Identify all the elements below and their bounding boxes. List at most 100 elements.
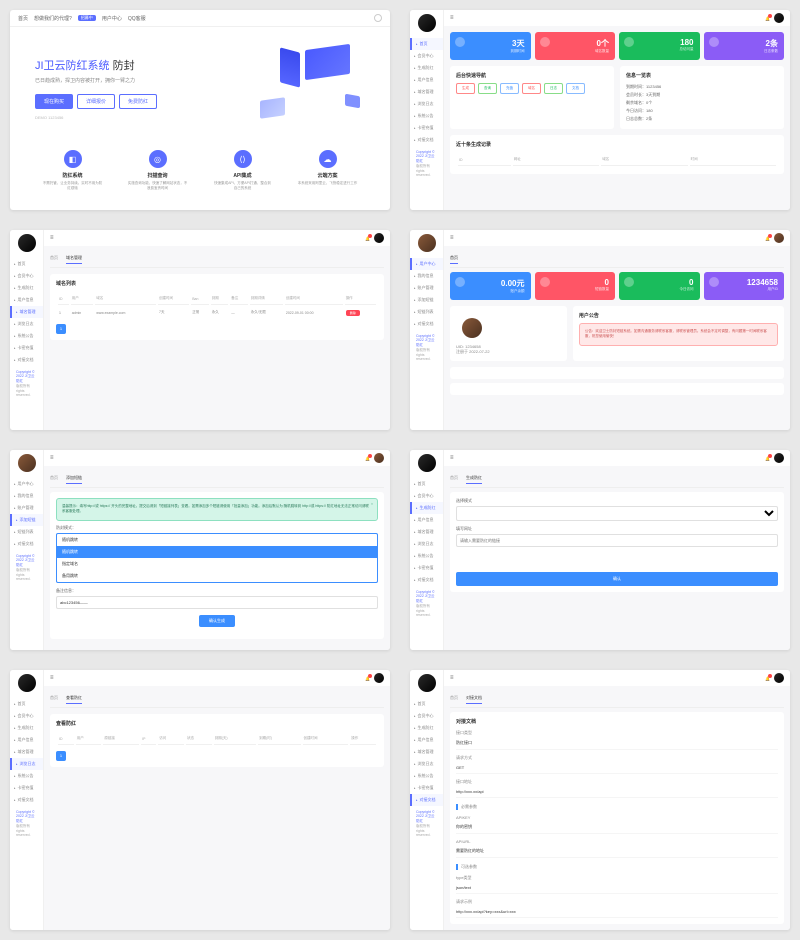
avatar[interactable] (18, 454, 36, 472)
qn-recharge[interactable]: 充值 (500, 83, 519, 94)
menu-icon[interactable]: ≡ (450, 235, 454, 241)
sidebar-recharge[interactable]: 卡密充值 (410, 122, 443, 134)
qn-query[interactable]: 查询 (478, 83, 497, 94)
user-icon[interactable] (374, 14, 382, 22)
info-card: 信息一览表 到期时间：1123456 会员时长：3天到期 剩余域名：0个 今日访… (620, 66, 784, 129)
buy-button[interactable]: 现在购买 (35, 94, 73, 109)
menu-icon[interactable]: ≡ (450, 455, 454, 461)
topbar-avatar[interactable] (774, 453, 784, 463)
avatar[interactable] (418, 14, 436, 32)
nav-qq[interactable]: QQ客服 (128, 15, 146, 22)
menu-icon[interactable]: ≡ (450, 675, 454, 681)
page-1[interactable]: 1 (56, 751, 66, 761)
generate-page: 首页 会员中心 生成防红 用户信息 域名管理 浏览日志 系统公告 卡密充值 对接… (410, 450, 790, 650)
user-dashboard: 用户中心 我的信息 账户管理 添加短链 短链列表 对接文档 Copyright … (410, 230, 790, 430)
domain-list-page: 首页 会员中心 生成防红 用户信息 域名管理 浏览日志 系统公告 卡密充值 对接… (10, 230, 390, 430)
dashboard-home: 首页 会员中心 生成防红 用户信息 域名管理 浏览日志 系统公告 卡密充值 对接… (410, 10, 790, 210)
bell-icon[interactable]: 🔔 (365, 236, 370, 241)
topbar-avatar[interactable] (774, 13, 784, 23)
notice-alert: 公告：欢迎卫士防封短链系统。如需沟通服务请联系客服，请联系管理员。系统会不定时调… (579, 323, 778, 346)
nav-user[interactable]: 用户中心 (102, 15, 122, 22)
avatar[interactable] (418, 454, 436, 472)
sidebar-member[interactable]: 会员中心 (410, 50, 443, 62)
api-docs-page: 首页 会员中心 生成防红 用户信息 域名管理 浏览日志 系统公告 卡密充值 对接… (410, 670, 790, 930)
delete-button[interactable]: 删除 (346, 310, 360, 316)
sidebar-home[interactable]: 首页 (410, 38, 443, 50)
menu-icon[interactable]: ≡ (50, 455, 54, 461)
stat-balance: 0.00元账户余额 (450, 272, 531, 300)
avatar[interactable] (18, 234, 36, 252)
bell-icon[interactable]: 🔔 (365, 676, 370, 681)
qn-domain[interactable]: 域名 (522, 83, 541, 94)
url-input[interactable] (456, 534, 778, 547)
avatar[interactable] (18, 674, 36, 692)
stat-visits: 180总访问量 (619, 32, 700, 60)
chart-icon (624, 37, 634, 47)
beta-badge: 招募中 (78, 15, 96, 21)
avatar[interactable] (418, 234, 436, 252)
mode-select[interactable] (456, 506, 778, 521)
topbar-avatar[interactable] (374, 673, 384, 683)
qn-logs[interactable]: 日志 (544, 83, 563, 94)
nav-agent[interactable]: 想做我们的代理? (34, 15, 72, 22)
sidebar-generate[interactable]: 生成防红 (410, 62, 443, 74)
qn-generate[interactable]: 生成 (456, 83, 475, 94)
bell-icon[interactable]: 🔔 (765, 16, 770, 21)
quick-nav-card: 后台快速导航 生成 查询 充值 域名 日志 文档 (450, 66, 614, 129)
sidebar-domain[interactable]: 域名管理 (410, 86, 443, 98)
clock-icon (455, 37, 465, 47)
sidebar-notice[interactable]: 系统公告 (410, 110, 443, 122)
top-nav: 首页 想做我们的代理? 招募中 用户中心 QQ客服 (10, 10, 390, 27)
bell-icon[interactable]: 🔔 (765, 456, 770, 461)
bell-icon[interactable]: 🔔 (765, 676, 770, 681)
footer: Copyright © 2022 JI卫云防红版权所有 rights reser… (10, 366, 43, 401)
sidebar: 用户中心 我的信息 账户管理 添加短链 短链列表 对接文档 Copyright … (10, 450, 44, 650)
avatar[interactable] (418, 674, 436, 692)
scan-icon: ◎ (149, 150, 167, 168)
topbar-avatar[interactable] (374, 453, 384, 463)
sidebar-logs[interactable]: 浏览日志 (410, 98, 443, 110)
sidebar: 首页 会员中心 生成防红 用户信息 域名管理 浏览日志 系统公告 卡密充值 对接… (10, 670, 44, 930)
menu-icon[interactable]: ≡ (50, 675, 54, 681)
feature-scan: ◎扫描查询实施查询功能，快速了解网站状态，不浪费宝贵时间 (128, 150, 188, 191)
menu-icon[interactable]: ≡ (50, 235, 54, 241)
memo-label: 备注信息： (56, 588, 378, 594)
domain-table: ID用户域名创建时间Ban到期备注到期详情创建时间操作 1adminwww.ex… (56, 291, 378, 320)
feature-antired: ◧防红系统不需托管，让业务持续。实时不用为防红烦恼 (43, 150, 103, 191)
sidebar: 首页 会员中心 生成防红 用户信息 域名管理 浏览日志 系统公告 卡密充值 对接… (10, 230, 44, 430)
sidebar-docs[interactable]: 对接文档 (410, 134, 443, 146)
topbar-avatar[interactable] (774, 673, 784, 683)
submit-button[interactable]: 确认生成 (199, 615, 235, 627)
stat-links: 0短链数量 (535, 272, 616, 300)
stat-today: 0今日访问 (619, 272, 700, 300)
features-row: ◧防红系统不需托管，让业务持续。实时不用为防红烦恼 ◎扫描查询实施查询功能，快速… (10, 142, 390, 206)
footer: Copyright © 2022 JI卫云防红版权所有 rights reser… (410, 586, 443, 621)
topbar-avatar[interactable] (374, 233, 384, 243)
stat-domains: 0个域名数量 (535, 32, 616, 60)
link-icon (540, 37, 550, 47)
menu-icon[interactable]: ≡ (450, 15, 454, 21)
close-icon[interactable]: × (371, 502, 373, 507)
add-shortlink-page: 用户中心 我的信息 账户管理 添加短链 短链列表 对接文档 Copyright … (10, 450, 390, 650)
profile-card: UID: 1234658 注册于 2022-07-22 (450, 306, 567, 361)
hero-subtitle: 已日趋成熟，捍卫内容被打开，拥你一臂之力 (35, 77, 235, 84)
topbar: ≡🔔 (444, 10, 790, 26)
pricing-button[interactable]: 详细报价 (77, 94, 115, 109)
view-list-page: 首页 会员中心 生成防红 用户信息 域名管理 浏览日志 系统公告 卡密充值 对接… (10, 670, 390, 930)
mode-select[interactable]: 随机跳转 随机跳转 指定域名 备用跳转 (56, 533, 378, 583)
submit-button[interactable]: 确认 (456, 572, 778, 586)
memo-input[interactable]: abc123456—— (56, 596, 378, 609)
topbar-avatar[interactable] (774, 233, 784, 243)
code-icon: ⟨⟩ (234, 150, 252, 168)
qn-docs[interactable]: 文档 (566, 83, 585, 94)
nav-home[interactable]: 首页 (18, 15, 28, 22)
sidebar: 用户中心 我的信息 账户管理 添加短链 短链列表 对接文档 Copyright … (410, 230, 444, 430)
bell-icon[interactable]: 🔔 (365, 456, 370, 461)
bell-icon[interactable]: 🔔 (765, 236, 770, 241)
cloud-icon: ☁ (319, 150, 337, 168)
free-button[interactable]: 免费防红 (119, 94, 157, 109)
sidebar: 首页 会员中心 生成防红 用户信息 域名管理 浏览日志 系统公告 卡密充值 对接… (410, 670, 444, 930)
page-1[interactable]: 1 (56, 324, 66, 334)
sidebar-userinfo[interactable]: 用户信息 (410, 74, 443, 86)
feature-cloud: ☁云端方案本系统采用阿里云，飞快稳定进行工作 (298, 150, 358, 191)
